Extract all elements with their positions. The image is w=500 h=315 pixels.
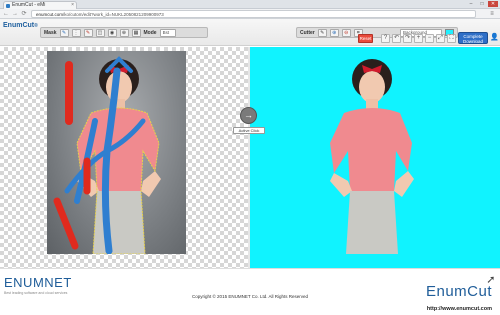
mask-label: Mask	[44, 29, 57, 36]
undo-icon[interactable]: ↶	[392, 34, 401, 43]
enumnet-logo[interactable]: ENUMNET Best leading software and cloud …	[4, 275, 72, 295]
app-logo: EnumCut®	[3, 22, 38, 29]
fullscreen-icon[interactable]: ⛶	[447, 34, 456, 43]
active-click-control[interactable]: → Active Click	[233, 107, 265, 134]
fill-icon[interactable]: ◉	[107, 28, 117, 37]
view-tools: ? ↶ ↷ + − ⤢ ⛶	[381, 34, 456, 43]
zoom-in-icon[interactable]: +	[414, 34, 423, 43]
eraser-icon[interactable]: ◫	[95, 28, 105, 37]
help-icon[interactable]: ?	[381, 34, 390, 43]
mask-toolbox: Mask ✎ ⋮ ✎ ◫ ◉ ⊕ ▦ Mode Bst	[40, 27, 208, 38]
remove-region-icon[interactable]: ⊖	[341, 28, 351, 37]
mode-select[interactable]: Bst	[159, 28, 176, 37]
stroke-size-icon[interactable]: ⋮	[71, 28, 81, 37]
app-logo-suffix: ®	[34, 23, 38, 29]
app-logo-text: EnumCut	[3, 22, 35, 29]
grid-icon[interactable]: ▦	[131, 28, 141, 37]
browser-titlebar: EnumCut - eMi × – □ ✕	[0, 0, 500, 9]
cutter-label: Cutter	[300, 29, 315, 36]
forward-icon[interactable]: →	[11, 10, 19, 18]
add-region-icon[interactable]: ⊕	[329, 28, 339, 37]
favicon-icon	[6, 3, 10, 8]
tab-title: EnumCut - eMi	[12, 2, 46, 8]
app-toolbar: EnumCut® Mask ✎ ⋮ ✎ ◫ ◉ ⊕ ▦ Mode Bst Cut…	[0, 19, 500, 46]
back-icon[interactable]: ←	[2, 10, 10, 18]
url-input[interactable]: enumcut.com/ko/cutom/edit?work_id=NUKL20…	[31, 10, 476, 18]
mask-canvas[interactable]	[0, 47, 248, 268]
complete-button-label: Complete	[463, 33, 483, 39]
maximize-button[interactable]: □	[477, 1, 487, 7]
cutout-figure	[330, 59, 414, 254]
page-footer: ENUMNET Best leading software and cloud …	[0, 268, 500, 315]
enumcut-brand: EnumCut	[425, 283, 492, 300]
active-click-label: Active Click	[233, 127, 265, 134]
browser-menu-icon[interactable]: ≡	[488, 10, 496, 18]
reset-button[interactable]: Reset	[358, 34, 373, 43]
source-photo	[47, 51, 186, 254]
redo-icon[interactable]: ↷	[403, 34, 412, 43]
zoom-out-icon[interactable]: −	[425, 34, 434, 43]
minimize-button[interactable]: –	[466, 1, 476, 7]
complete-button[interactable]: Complete Download	[458, 32, 488, 44]
editor-workspace: → Active Click	[0, 47, 500, 268]
zoom-icon[interactable]: ⊕	[119, 28, 129, 37]
window-controls: – □ ✕	[466, 1, 498, 7]
enumnet-brand: ENUMNET	[4, 275, 72, 290]
user-icon[interactable]: 👤	[490, 33, 499, 42]
address-bar-row: ← → ⟳ enumcut.com/ko/cutom/edit?work_id=…	[0, 9, 500, 19]
close-window-button[interactable]: ✕	[488, 1, 498, 7]
enumcut-logo[interactable]: EnumCut ➚	[425, 274, 496, 300]
url-path: /ko/cutom/edit?work_id=NUKL2050821209900…	[63, 12, 164, 17]
brush-bg-icon[interactable]: ✎	[83, 28, 93, 37]
brush-fg-icon[interactable]: ✎	[59, 28, 69, 37]
reload-icon[interactable]: ⟳	[20, 10, 28, 18]
complete-button-sublabel: Download	[462, 38, 483, 44]
browser-tab[interactable]: EnumCut - eMi ×	[3, 1, 77, 9]
cutter-brush-icon[interactable]: ✎	[317, 28, 327, 37]
cutout-photo	[300, 51, 439, 254]
mode-label: Mode	[143, 29, 157, 36]
source-photo-figure	[53, 56, 161, 254]
mouse-cursor-icon: ➚	[486, 274, 496, 286]
result-canvas[interactable]	[250, 47, 500, 268]
site-url[interactable]: http://www.enumcut.com	[427, 306, 492, 312]
fit-screen-icon[interactable]: ⤢	[436, 34, 445, 43]
url-host: enumcut.com	[36, 12, 64, 17]
tab-close-icon[interactable]: ×	[71, 2, 74, 9]
active-click-arrow-icon[interactable]: →	[240, 107, 257, 124]
